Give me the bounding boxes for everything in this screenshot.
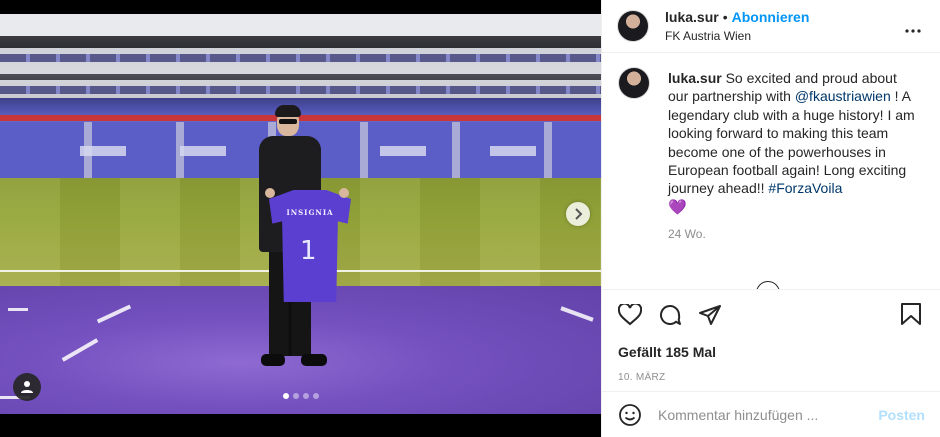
heart-icon[interactable] xyxy=(618,304,642,326)
location-link[interactable]: FK Austria Wien xyxy=(665,29,809,43)
likes-count[interactable]: Gefällt 185 Mal xyxy=(618,344,924,360)
slide-dot xyxy=(303,393,309,399)
post-viewer: INSIGNIA 1 luka.sur • Abonnieren FK Aust… xyxy=(0,0,940,437)
tagged-users-button[interactable] xyxy=(13,373,41,401)
username-link[interactable]: luka.sur xyxy=(665,9,719,25)
bookmark-icon xyxy=(901,303,921,325)
post-comment-button[interactable]: Posten xyxy=(878,407,925,423)
caption-username[interactable]: luka.sur xyxy=(668,70,722,86)
slide-dot xyxy=(313,393,319,399)
slide-dot-active xyxy=(283,393,289,399)
more-icon xyxy=(905,29,921,33)
seat-banner xyxy=(180,146,226,156)
follow-button[interactable]: Abonnieren xyxy=(732,9,810,25)
hair xyxy=(275,105,301,117)
post-actions: Gefällt 185 Mal 10. März xyxy=(602,289,940,399)
shoe xyxy=(261,354,285,366)
comment-icon[interactable] xyxy=(658,303,682,327)
avatar[interactable] xyxy=(618,67,650,99)
send-icon[interactable] xyxy=(698,303,722,327)
jersey-text: INSIGNIA xyxy=(286,208,334,217)
slide-dot xyxy=(293,393,299,399)
next-slide-button[interactable] xyxy=(566,202,590,226)
header-row: luka.sur • Abonnieren xyxy=(665,9,809,25)
sunglasses xyxy=(279,119,297,124)
user-icon xyxy=(21,381,33,393)
caption-text: luka.sur So excited and proud about our … xyxy=(668,69,916,217)
loading-spinner xyxy=(756,281,780,289)
post-date[interactable]: 10. März xyxy=(618,372,924,383)
comment-input[interactable] xyxy=(658,406,879,423)
stand-row xyxy=(0,54,601,62)
stadium-image: INSIGNIA 1 xyxy=(0,14,601,414)
seat-banner xyxy=(380,146,426,156)
post-header: luka.sur • Abonnieren FK Austria Wien xyxy=(602,0,940,53)
jersey-number: 1 xyxy=(300,236,317,266)
chevron-right-icon xyxy=(575,208,583,220)
hand xyxy=(339,188,349,198)
header-text: luka.sur • Abonnieren FK Austria Wien xyxy=(665,9,809,43)
separator: • xyxy=(722,9,728,25)
caption: luka.sur So excited and proud about our … xyxy=(618,67,924,217)
post-sidebar: luka.sur • Abonnieren FK Austria Wien lu… xyxy=(601,0,940,437)
slide-indicator xyxy=(283,393,319,399)
save-button[interactable] xyxy=(900,302,922,331)
turf-mark xyxy=(8,308,28,311)
action-row xyxy=(618,300,924,330)
shoe xyxy=(301,354,327,366)
caption-age: 24 Wo. xyxy=(668,227,706,242)
comments-area: luka.sur So excited and proud about our … xyxy=(602,53,940,289)
stand-row xyxy=(0,86,601,94)
more-options-button[interactable] xyxy=(904,18,922,39)
purple-heart-emoji: 💜 xyxy=(668,198,687,216)
seat-banner xyxy=(490,146,536,156)
person-holding-jersey: INSIGNIA 1 xyxy=(255,105,375,378)
hand xyxy=(265,188,275,198)
smiley-icon[interactable] xyxy=(618,403,642,427)
comment-box: Posten xyxy=(602,391,940,437)
post-photo[interactable]: INSIGNIA 1 xyxy=(0,0,601,437)
avatar[interactable] xyxy=(617,10,649,42)
hashtag-link[interactable]: #ForzaVoila xyxy=(768,180,842,196)
seat-banner xyxy=(80,146,126,156)
mention-link[interactable]: @fkaustriawien xyxy=(795,88,891,104)
